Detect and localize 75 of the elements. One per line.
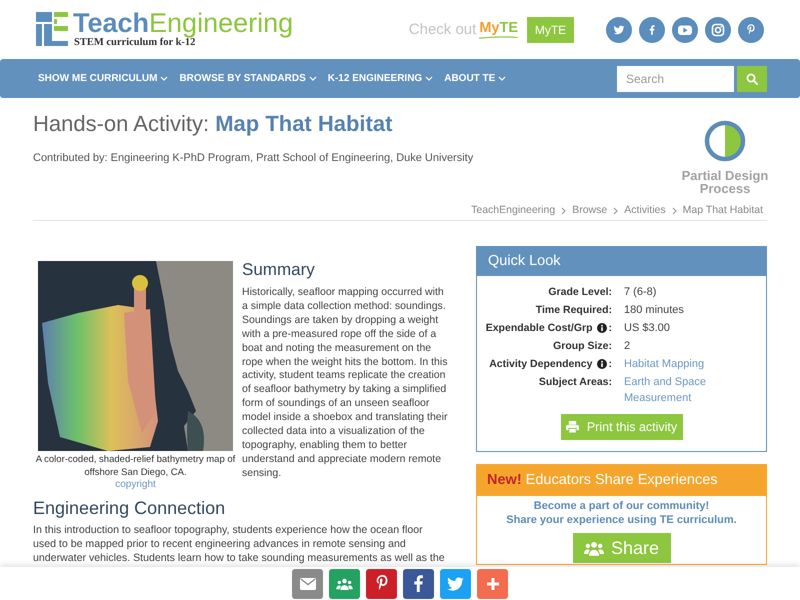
value-link[interactable]: Measurement xyxy=(624,391,692,405)
field-value: US $3.00 xyxy=(624,321,670,336)
info-icon[interactable] xyxy=(596,323,606,333)
section-text: In this introduction to seafloor topography, students experience how the ocean floor used to be mapped prior to recent engineering advances in remote sensing and underwater vehicles. Students learn how to take sounding measurements as well as the xyxy=(33,523,446,565)
summary-heading: Summary xyxy=(242,260,316,280)
info-icon[interactable] xyxy=(596,359,606,369)
label-colon: : xyxy=(608,357,612,372)
facebook-icon[interactable] xyxy=(639,16,665,42)
design-process-label: Partial Design Process xyxy=(680,169,770,195)
chevron-right-icon xyxy=(561,206,566,214)
users-icon xyxy=(584,540,604,556)
image-caption: A color-coded, shaded-relief bathymetry map of offshore San Diego, CA. xyxy=(34,454,236,479)
section-heading: Engineering Connection xyxy=(33,498,226,518)
search-field[interactable]: Search xyxy=(617,66,734,92)
pinterest-icon[interactable] xyxy=(738,16,764,42)
breadcrumb-link[interactable]: Activities xyxy=(624,204,666,217)
field-label: Group Size: xyxy=(553,339,612,354)
invite-text: Become a part of our community! Share your experience using TE curriculum. xyxy=(505,499,738,527)
field-value: 7 (6-8) xyxy=(624,285,656,300)
value-link[interactable]: Earth and Space xyxy=(624,373,706,391)
facebook-share-button[interactable] xyxy=(403,568,434,598)
quick-look-header: Quick Look xyxy=(477,247,766,276)
twitter-icon xyxy=(447,576,464,590)
caret-icon xyxy=(160,76,168,81)
twitter-icon[interactable] xyxy=(606,16,632,42)
group-icon xyxy=(336,578,353,590)
caret-icon xyxy=(425,76,434,81)
field-value: 2 xyxy=(624,339,630,354)
instagram-icon[interactable] xyxy=(705,16,731,42)
pinterest-share-button[interactable] xyxy=(366,568,397,598)
plus-icon xyxy=(486,578,498,590)
page-title: Hands-on Activity: Map That Habitat xyxy=(33,111,394,137)
search-button[interactable] xyxy=(737,66,767,92)
logo-wordmark[interactable]: TeachEngineering xyxy=(73,9,294,37)
contributor-text: Contributed by: Engineering K-PhD Program, Pratt School of Engineering, Duke University xyxy=(33,151,474,165)
share-button[interactable]: Share xyxy=(572,533,670,563)
chevron-right-icon xyxy=(613,206,618,214)
nav-menu-item[interactable]: SHOW ME CURRICULUM xyxy=(38,73,168,84)
youtube-icon[interactable] xyxy=(672,16,698,42)
field-label: Grade Level: xyxy=(548,285,612,300)
logo-icon[interactable] xyxy=(36,12,68,46)
summary-text: Historically, seafloor mapping occurred with a simple data collection method: soundings. Soundings are taken by dropping a weight with a pre-measured rope off the side of a boat and noting the measurement on the rope when the weight hits the bottom. In this activity, student teams replicate the creation of seafloor bathymetry by taking a simplified form of soundings of an unseen seafloor model inside a shoebox and translating their collected data into a visualization of the topography, enabling them to better understand and appreciate modern remote sensing. xyxy=(242,286,448,481)
myte-logo[interactable]: MyTE xyxy=(479,20,518,38)
field-label: Time Required: xyxy=(536,303,612,318)
half-filled-circle-icon xyxy=(703,119,747,163)
educators-header: New! Educators Share Experiences xyxy=(477,465,766,496)
search-icon xyxy=(746,72,758,84)
facebook-icon xyxy=(414,575,423,592)
group-share-button[interactable] xyxy=(329,568,360,598)
email-icon xyxy=(300,578,316,590)
caret-icon xyxy=(498,76,506,81)
nav-menu-item[interactable]: K-12 ENGINEERING xyxy=(328,73,434,84)
field-label: Subject Areas: xyxy=(538,375,612,390)
print-button[interactable]: Print this activity xyxy=(560,414,682,440)
logo-tagline: STEM curriculum for k-12 xyxy=(74,37,196,48)
email-share-button[interactable] xyxy=(292,568,323,598)
breadcrumb-link[interactable]: Map That Habitat xyxy=(682,204,763,217)
myte-button[interactable]: MyTE xyxy=(527,16,574,42)
value-link[interactable]: Habitat Mapping xyxy=(624,355,704,373)
label-colon: : xyxy=(608,321,612,336)
breadcrumb-link[interactable]: Browse xyxy=(572,204,608,217)
chevron-right-icon xyxy=(672,206,677,214)
nav-menu-item[interactable]: BROWSE BY STANDARDS xyxy=(179,73,317,84)
printer-icon xyxy=(566,421,579,433)
field-value: 180 minutes xyxy=(624,303,684,318)
breadcrumb-link[interactable]: TeachEngineering xyxy=(471,204,556,217)
caret-icon xyxy=(308,76,317,81)
pinterest-icon xyxy=(376,575,388,592)
promo-text: Check out xyxy=(408,21,476,38)
field-label: Expendable Cost/Grp xyxy=(486,321,592,336)
copyright-link[interactable]: copyright xyxy=(115,479,156,491)
field-label: Activity Dependency xyxy=(489,357,592,372)
twitter-share-button[interactable] xyxy=(440,568,471,598)
nav-menu-item[interactable]: ABOUT TE xyxy=(444,73,506,84)
more-share-button[interactable] xyxy=(477,568,508,598)
